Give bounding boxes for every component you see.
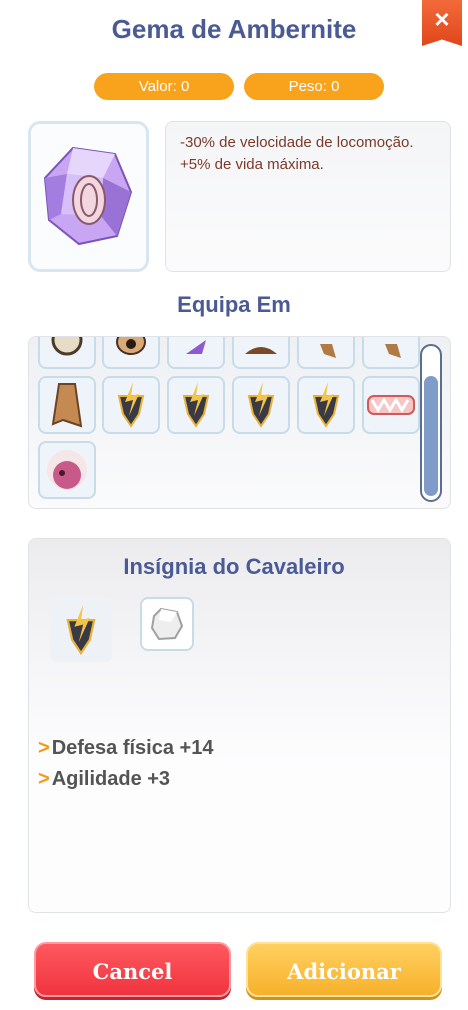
scrollbar-thumb[interactable] <box>424 376 438 496</box>
mask-icon[interactable] <box>102 337 160 369</box>
white-gem-icon[interactable] <box>140 597 194 651</box>
equip-list[interactable] <box>28 336 451 509</box>
knight-insignia-icon[interactable] <box>167 376 225 434</box>
add-button[interactable]: Adicionar <box>246 942 442 997</box>
fluffy-pet-icon[interactable] <box>38 441 96 499</box>
item-title: Gema de Ambernite <box>111 14 357 44</box>
close-icon: × <box>434 4 450 34</box>
bonus-item-title: Insígnia do Cavaleiro <box>123 554 345 579</box>
item-icon-frame <box>28 121 149 272</box>
close-button[interactable]: × <box>422 0 462 46</box>
cancel-button[interactable]: Cancel <box>34 942 231 997</box>
amethyst-gem-icon <box>43 146 133 246</box>
hair-icon[interactable] <box>232 337 290 369</box>
helmet-icon[interactable] <box>38 337 96 369</box>
cape-icon[interactable] <box>362 337 420 369</box>
arrow-icon: > <box>38 768 50 790</box>
equip-section-title: Equipa Em <box>177 292 291 317</box>
knight-insignia-icon[interactable] <box>297 376 355 434</box>
purple-boot-icon[interactable] <box>167 337 225 369</box>
bonus-panel <box>28 538 451 913</box>
cape-icon[interactable] <box>38 376 96 434</box>
bonus-stat-text: Defesa física +14 <box>51 737 214 759</box>
bonus-stat-line: > Agilidade +3 <box>38 768 170 791</box>
value-badge: Valor: 0 <box>94 73 234 100</box>
bonus-stat-line: > Defesa física +14 <box>38 737 213 760</box>
cape-icon[interactable] <box>297 337 355 369</box>
knight-insignia-icon <box>50 598 112 662</box>
equip-scrollbar[interactable] <box>420 344 442 502</box>
weight-badge: Peso: 0 <box>244 73 384 100</box>
knight-insignia-icon[interactable] <box>102 376 160 434</box>
bonus-stat-text: Agilidade +3 <box>51 768 171 790</box>
knight-insignia-icon[interactable] <box>232 376 290 434</box>
fang-mouth-icon[interactable] <box>362 376 420 434</box>
arrow-icon: > <box>38 737 50 759</box>
item-description: -30% de velocidade de locomoção. +5% de … <box>165 121 451 272</box>
